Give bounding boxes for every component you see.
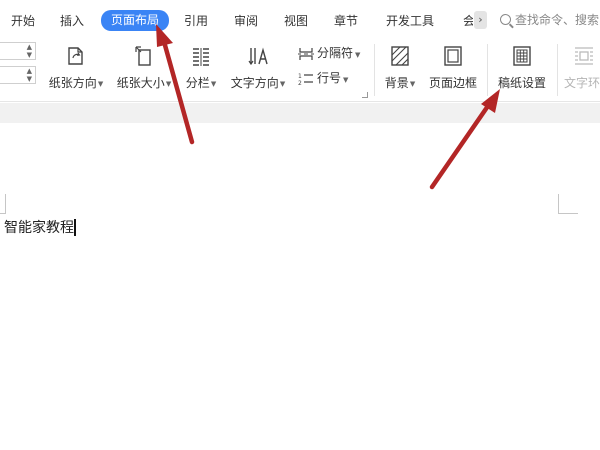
- page-background-icon: [391, 46, 409, 66]
- orientation-button[interactable]: 纸张方向▼: [48, 44, 104, 91]
- columns-button[interactable]: 分栏▼: [183, 44, 219, 91]
- manuscript-settings-button[interactable]: 稿纸设置: [495, 44, 549, 91]
- page-break-icon: [298, 47, 314, 60]
- chevron-down-icon: ▼: [97, 80, 104, 88]
- breaks-label: 分隔符: [317, 46, 354, 60]
- grid-paper-icon: [513, 46, 531, 66]
- manuscript-settings-label: 稿纸设置: [497, 76, 546, 90]
- columns-label: 分栏: [185, 76, 210, 90]
- search-icon: [500, 14, 511, 25]
- tab-review[interactable]: 审阅: [234, 11, 258, 31]
- ribbon-tab-bar: 开始 插入 页面布局 引用 审阅 视图 章节 开发工具 会 › 查找命令、搜索: [0, 0, 600, 38]
- page-border-button[interactable]: 页面边框: [427, 44, 479, 91]
- tab-view[interactable]: 视图: [284, 11, 308, 31]
- paper-size-icon: [135, 46, 151, 66]
- background-button[interactable]: 背景▼: [382, 44, 418, 91]
- margin-top-spinner[interactable]: ▲ ▼: [0, 42, 36, 60]
- margin-bottom-spinner[interactable]: ▲ ▼: [0, 66, 36, 84]
- tab-member[interactable]: 会: [463, 11, 473, 31]
- tab-insert[interactable]: 插入: [60, 11, 84, 31]
- page-orientation-icon: [68, 47, 83, 65]
- ribbon-separator: [487, 44, 488, 96]
- tab-page-layout[interactable]: 页面布局: [101, 10, 170, 31]
- margin-corner-mark: [558, 194, 578, 214]
- breaks-button[interactable]: 分隔符 ▼: [298, 44, 360, 62]
- search-placeholder: 查找命令、搜索: [515, 13, 600, 27]
- orientation-label: 纸张方向: [48, 76, 97, 90]
- text-direction-icon: [248, 47, 268, 66]
- text-wrap-label: 文字环: [564, 76, 600, 90]
- page-border-icon: [444, 46, 462, 66]
- tab-developer[interactable]: 开发工具: [386, 11, 434, 31]
- chevron-down-icon: ▼: [355, 51, 361, 59]
- text-direction-button[interactable]: 文字方向▼: [229, 44, 287, 91]
- ribbon-separator: [557, 44, 558, 96]
- chevron-down-icon: ▼: [279, 80, 286, 88]
- chevron-right-icon[interactable]: ›: [474, 11, 487, 29]
- svg-text:2: 2: [298, 80, 302, 86]
- margin-corner-mark: [0, 194, 6, 214]
- document-page[interactable]: [0, 123, 600, 450]
- text-wrap-icon: [575, 47, 593, 65]
- chevron-down-icon: ▼: [165, 80, 172, 88]
- document-body-text[interactable]: 智能家教程: [4, 219, 74, 237]
- ribbon-toolbar: ▲ ▼ ▲ ▼ 纸张方向▼ 纸张大小▼ 分栏▼ 文字方向▼ 分隔符 ▼ 1 2 …: [0, 38, 600, 102]
- text-cursor: [74, 219, 76, 236]
- chevron-down-icon: ▼: [409, 80, 416, 88]
- line-numbers-label: 行号: [317, 71, 342, 85]
- tab-section[interactable]: 章节: [334, 11, 358, 31]
- ribbon-separator: [374, 44, 375, 96]
- svg-text:1: 1: [298, 73, 302, 80]
- background-label: 背景: [384, 76, 409, 90]
- columns-icon: [193, 48, 209, 66]
- chevron-down-icon: ▼: [343, 76, 349, 84]
- line-numbers-icon: 1 2: [298, 73, 313, 86]
- tab-home[interactable]: 开始: [11, 11, 35, 31]
- paper-size-button[interactable]: 纸张大小▼: [116, 44, 172, 91]
- paper-size-label: 纸张大小: [116, 76, 165, 90]
- line-numbers-button[interactable]: 1 2 行号 ▼: [298, 69, 348, 87]
- tab-references[interactable]: 引用: [184, 11, 208, 31]
- document-gutter: [0, 103, 600, 123]
- page-border-label: 页面边框: [428, 76, 477, 90]
- text-direction-label: 文字方向: [230, 76, 279, 90]
- command-search-box[interactable]: 查找命令、搜索: [500, 9, 599, 31]
- chevron-down-icon: ▼: [210, 80, 217, 88]
- text-wrap-button[interactable]: 文字环: [564, 44, 600, 91]
- dialog-launcher-icon[interactable]: [362, 92, 368, 98]
